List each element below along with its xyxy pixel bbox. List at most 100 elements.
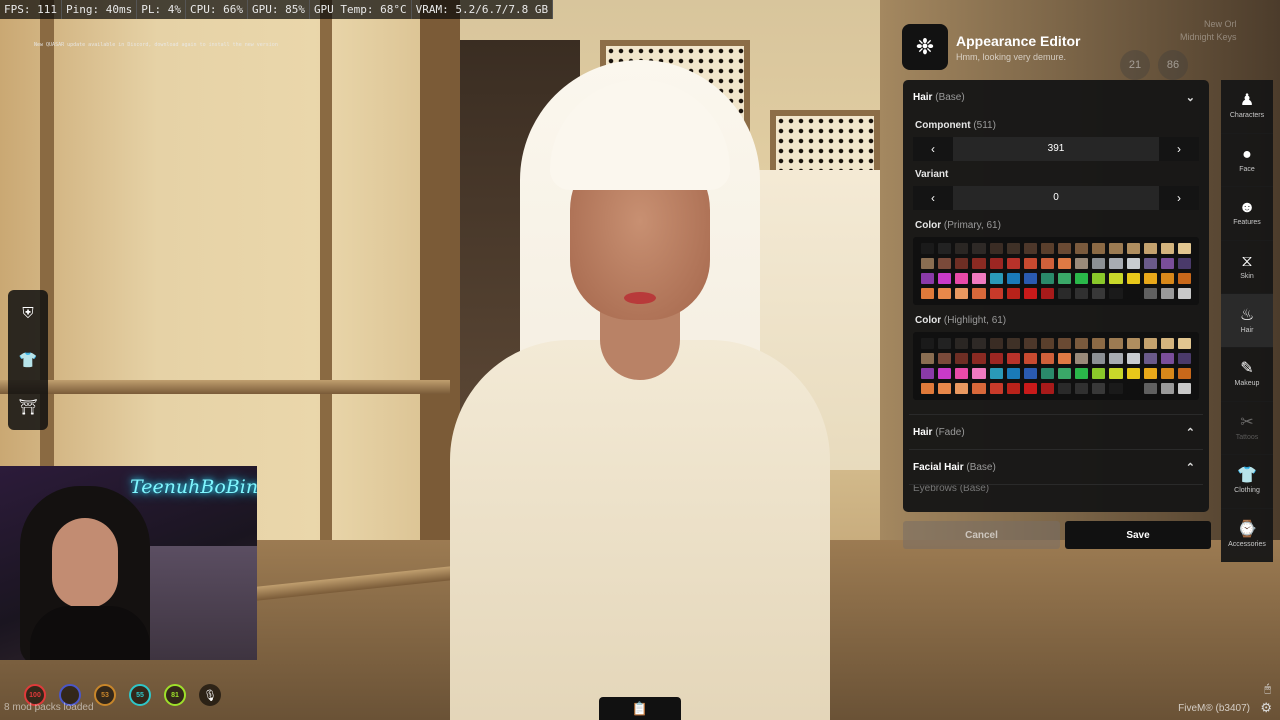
color-swatch[interactable]	[1092, 353, 1106, 364]
color-swatch[interactable]	[1092, 383, 1106, 394]
color-swatch[interactable]	[1023, 243, 1037, 254]
color-swatch[interactable]	[955, 383, 969, 394]
color-swatch[interactable]	[1023, 288, 1037, 299]
color-swatch[interactable]	[1109, 353, 1123, 364]
color-swatch[interactable]	[1143, 383, 1157, 394]
color-swatch[interactable]	[1040, 258, 1054, 269]
category-makeup[interactable]: ✎ Makeup	[1221, 347, 1273, 402]
color-swatch[interactable]	[989, 273, 1003, 284]
color-swatch[interactable]	[938, 273, 952, 284]
color-swatch[interactable]	[1092, 273, 1106, 284]
color-swatch[interactable]	[1058, 368, 1072, 379]
shirt-icon[interactable]: 👕	[14, 346, 42, 374]
color-swatch[interactable]	[1143, 273, 1157, 284]
color-swatch[interactable]	[1058, 273, 1072, 284]
color-swatch[interactable]	[938, 338, 952, 349]
color-swatch[interactable]	[1006, 383, 1020, 394]
color-swatch[interactable]	[1143, 288, 1157, 299]
color-swatch[interactable]	[1109, 383, 1123, 394]
color-swatch[interactable]	[955, 368, 969, 379]
color-swatch[interactable]	[989, 288, 1003, 299]
color-swatch[interactable]	[1006, 353, 1020, 364]
color-swatch[interactable]	[1160, 273, 1174, 284]
category-skin[interactable]: ⧖ Skin	[1221, 240, 1273, 295]
color-swatch[interactable]	[1092, 368, 1106, 379]
variant-next-button[interactable]: ›	[1159, 186, 1199, 210]
color-swatch[interactable]	[1058, 383, 1072, 394]
color-swatch[interactable]	[1040, 353, 1054, 364]
color-swatch[interactable]	[989, 383, 1003, 394]
color-swatch[interactable]	[955, 243, 969, 254]
color-swatch[interactable]	[972, 338, 986, 349]
color-swatch[interactable]	[955, 338, 969, 349]
color-swatch[interactable]	[989, 258, 1003, 269]
mask-icon[interactable]: ⛨	[14, 299, 42, 327]
color-swatch[interactable]	[1075, 338, 1089, 349]
color-swatch[interactable]	[1040, 338, 1054, 349]
color-swatch[interactable]	[1075, 258, 1089, 269]
color-swatch[interactable]	[1160, 258, 1174, 269]
color-swatch[interactable]	[1006, 338, 1020, 349]
color-swatch[interactable]	[1092, 288, 1106, 299]
color-swatch[interactable]	[921, 368, 935, 379]
color-swatch[interactable]	[1126, 338, 1140, 349]
color-swatch[interactable]	[1177, 338, 1191, 349]
color-swatch[interactable]	[1023, 353, 1037, 364]
color-swatch[interactable]	[1092, 338, 1106, 349]
color-swatch[interactable]	[1177, 288, 1191, 299]
color-swatch[interactable]	[1143, 368, 1157, 379]
category-hair[interactable]: ♨ Hair	[1221, 294, 1273, 348]
color-swatch[interactable]	[1058, 288, 1072, 299]
section-facial-hair[interactable]: Facial Hair (Base) ⌃	[903, 450, 1209, 484]
component-prev-button[interactable]: ‹	[913, 137, 953, 161]
color-swatch[interactable]	[1058, 353, 1072, 364]
color-swatch[interactable]	[1126, 368, 1140, 379]
color-swatch[interactable]	[921, 258, 935, 269]
color-swatch[interactable]	[1126, 243, 1140, 254]
color-swatch[interactable]	[1126, 353, 1140, 364]
color-swatch[interactable]	[921, 273, 935, 284]
color-swatch[interactable]	[1160, 288, 1174, 299]
color-swatch[interactable]	[1075, 383, 1089, 394]
color-swatch[interactable]	[1058, 258, 1072, 269]
color-swatch[interactable]	[938, 383, 952, 394]
color-swatch[interactable]	[1023, 258, 1037, 269]
color-swatch[interactable]	[1109, 273, 1123, 284]
color-swatch[interactable]	[972, 258, 986, 269]
color-swatch[interactable]	[921, 243, 935, 254]
color-swatch[interactable]	[1075, 243, 1089, 254]
color-swatch[interactable]	[1143, 258, 1157, 269]
color-swatch[interactable]	[938, 243, 952, 254]
category-accessories[interactable]: ⌚ Accessories	[1221, 508, 1273, 563]
color-swatch[interactable]	[955, 353, 969, 364]
color-swatch[interactable]	[1006, 243, 1020, 254]
color-swatch[interactable]	[1109, 243, 1123, 254]
color-swatch[interactable]	[989, 368, 1003, 379]
color-swatch[interactable]	[1075, 273, 1089, 284]
color-swatch[interactable]	[1040, 288, 1054, 299]
color-swatch[interactable]	[921, 288, 935, 299]
save-button[interactable]: Save	[1065, 521, 1211, 549]
color-swatch[interactable]	[1177, 273, 1191, 284]
category-features[interactable]: ☻ Features	[1221, 187, 1273, 241]
color-swatch[interactable]	[955, 273, 969, 284]
category-clothing[interactable]: 👕 Clothing	[1221, 455, 1273, 509]
color-swatch[interactable]	[955, 258, 969, 269]
color-swatch[interactable]	[921, 338, 935, 349]
color-swatch[interactable]	[1040, 243, 1054, 254]
component-next-button[interactable]: ›	[1159, 137, 1199, 161]
gear-icon[interactable]: ⚙	[1260, 700, 1272, 716]
color-swatch[interactable]	[972, 368, 986, 379]
color-swatch[interactable]	[1006, 273, 1020, 284]
color-swatch[interactable]	[1023, 338, 1037, 349]
variant-prev-button[interactable]: ‹	[913, 186, 953, 210]
color-swatch[interactable]	[1109, 338, 1123, 349]
color-swatch[interactable]	[972, 353, 986, 364]
cancel-button[interactable]: Cancel	[903, 521, 1060, 549]
color-swatch[interactable]	[1006, 368, 1020, 379]
color-swatch[interactable]	[921, 353, 935, 364]
color-swatch[interactable]	[1160, 243, 1174, 254]
color-swatch[interactable]	[972, 273, 986, 284]
color-swatch[interactable]	[1109, 288, 1123, 299]
color-swatch[interactable]	[1177, 243, 1191, 254]
